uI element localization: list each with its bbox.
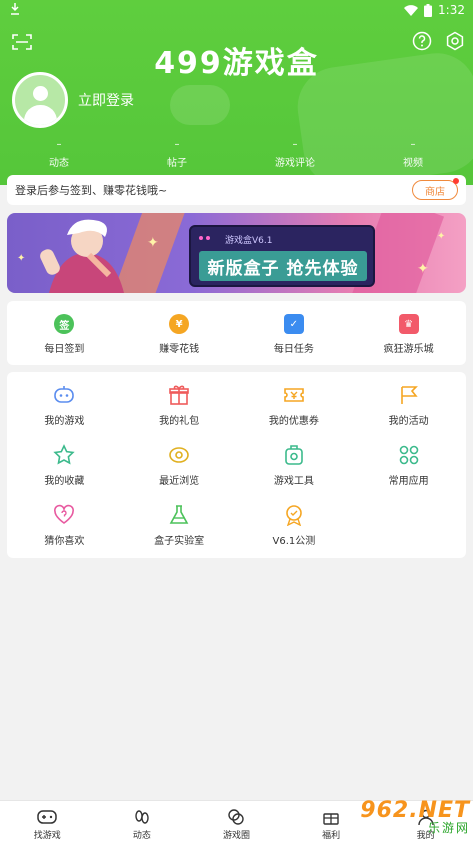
banner-version-text: 游戏盒V6.1 [225, 236, 273, 246]
crown-icon: ♛ [398, 314, 419, 334]
notification-dot [453, 178, 459, 184]
recommendations-button[interactable]: 猜你喜欢 [7, 504, 122, 564]
gift-icon [169, 385, 189, 405]
shop-button[interactable]: 商店 [412, 178, 459, 200]
download-status-icon [10, 3, 20, 18]
banner-star-icon: ✦ [147, 235, 159, 251]
coin-icon: ¥ [169, 314, 190, 334]
star-icon [53, 444, 76, 465]
promo-banner[interactable]: ✦ ✦ ✦ ✦ 游戏盒V6.1 新版盒子 抢先体验 [7, 213, 466, 293]
features-grid: 我的游戏 我的礼包 我的优惠券 我的活动 我的收藏 最近浏览 游戏工具 常用应用… [7, 372, 466, 558]
login-notice-bar: 登录后参与签到、赚零花钱哦~ 商店 [7, 175, 466, 205]
flag-icon [400, 386, 418, 404]
login-link[interactable]: 立即登录 [78, 90, 134, 110]
heart-icon [54, 504, 75, 524]
quick-actions-card: 签 每日签到 ¥ 赚零花钱 ✓ 每日任务 ♛ 疯狂游乐城 [7, 301, 466, 365]
clock-text: 1:32 [438, 3, 465, 17]
profile-header: 1:32 499游戏盒 立即登录 – 动态 – 帖子 – 游戏评论 – 视频 [0, 0, 473, 185]
coupon-icon [284, 388, 304, 402]
my-gifts-button[interactable]: 我的礼包 [122, 384, 237, 444]
task-icon: ✓ [283, 314, 304, 334]
tab-game-circle[interactable]: 游戏圈 [189, 801, 284, 842]
daily-tasks-button[interactable]: ✓ 每日任务 [237, 301, 352, 365]
banner-card: 游戏盒V6.1 新版盒子 抢先体验 [189, 225, 375, 287]
profile-stats: – 动态 – 帖子 – 游戏评论 – 视频 [0, 140, 473, 170]
banner-star-icon: ✦ [417, 261, 429, 277]
tool-icon [285, 445, 303, 465]
my-coupons-button[interactable]: 我的优惠券 [237, 384, 352, 444]
tab-dynamics[interactable]: 动态 [95, 801, 190, 842]
gamepad-icon [54, 386, 75, 403]
stat-videos[interactable]: – 视频 [354, 140, 472, 170]
footprint-tab-icon [135, 810, 149, 824]
apps-icon [399, 445, 418, 465]
lab-icon [169, 505, 189, 524]
my-activities-button[interactable]: 我的活动 [351, 384, 466, 444]
avatar[interactable] [12, 72, 68, 128]
tab-find-games[interactable]: 找游戏 [0, 801, 95, 842]
watermark-site-name: 乐游网 [427, 821, 470, 835]
banner-character-illustration [40, 219, 124, 293]
eye-icon [169, 447, 189, 463]
box-lab-button[interactable]: 盒子实验室 [122, 504, 237, 564]
badge-icon [286, 505, 302, 526]
wifi-icon [404, 4, 419, 16]
my-games-button[interactable]: 我的游戏 [7, 384, 122, 444]
battery-icon [424, 3, 433, 17]
banner-star-icon: ✦ [17, 253, 26, 264]
stat-posts[interactable]: – 帖子 [118, 140, 236, 170]
earn-money-button[interactable]: ¥ 赚零花钱 [122, 301, 237, 365]
beta-test-button[interactable]: V6.1公测 [237, 504, 352, 564]
controller-tab-icon [37, 810, 58, 824]
stat-game-reviews[interactable]: – 游戏评论 [236, 140, 354, 170]
stat-dynamics[interactable]: – 动态 [0, 140, 118, 170]
recent-browse-button[interactable]: 最近浏览 [122, 444, 237, 504]
status-bar: 1:32 [0, 0, 473, 22]
header-decoration-small [170, 85, 230, 125]
common-apps-button[interactable]: 常用应用 [351, 444, 466, 504]
banner-headline: 新版盒子 抢先体验 [199, 251, 367, 281]
circle-tab-icon [228, 809, 245, 825]
login-notice-text: 登录后参与签到、赚零花钱哦~ [15, 184, 168, 197]
checkin-icon: 签 [54, 314, 75, 334]
banner-star-icon: ✦ [437, 231, 446, 242]
my-favorites-button[interactable]: 我的收藏 [7, 444, 122, 504]
app-title: 499游戏盒 [154, 46, 319, 81]
daily-checkin-button[interactable]: 签 每日签到 [7, 301, 122, 365]
game-city-button[interactable]: ♛ 疯狂游乐城 [351, 301, 466, 365]
site-watermark: 962.NET 乐游网 [335, 795, 470, 839]
game-tools-button[interactable]: 游戏工具 [237, 444, 352, 504]
